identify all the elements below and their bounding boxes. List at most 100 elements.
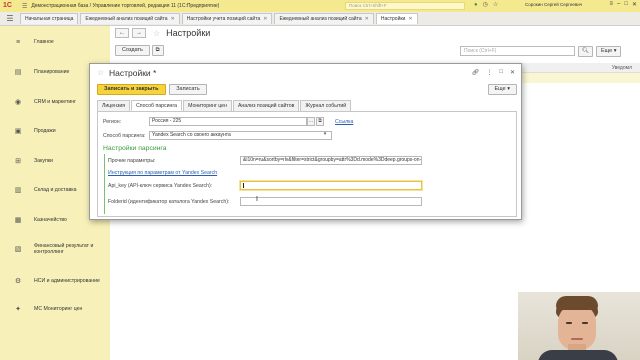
close-tab-icon[interactable]: ✕ bbox=[365, 16, 369, 22]
menu-icon[interactable]: ☰ bbox=[22, 3, 27, 10]
tab-settings[interactable]: Настройки ✕ bbox=[375, 13, 418, 24]
region-open-button[interactable]: ⧉ bbox=[316, 117, 324, 126]
more-button[interactable]: Еще ▾ bbox=[487, 84, 517, 95]
sidebar-item-monitoring[interactable]: ✦ МС Мониторинг цен bbox=[0, 299, 110, 319]
close-tab-icon[interactable]: ✕ bbox=[263, 16, 267, 22]
close-tab-icon[interactable]: ✕ bbox=[408, 16, 412, 22]
tab-label: Настройки bbox=[380, 16, 406, 22]
admin-icon: ⚙ bbox=[14, 278, 22, 285]
bell-icon[interactable]: ● bbox=[474, 2, 478, 8]
region-label: Регион: bbox=[103, 119, 122, 125]
webcam-overlay bbox=[518, 292, 640, 360]
region-select-button[interactable]: … bbox=[307, 117, 315, 126]
forward-button[interactable]: → bbox=[132, 28, 146, 38]
close-tab-icon[interactable]: ✕ bbox=[171, 16, 175, 22]
page-title: Настройки bbox=[166, 28, 211, 38]
save-button[interactable]: Записать bbox=[169, 84, 207, 95]
back-button[interactable]: ← bbox=[115, 28, 129, 38]
more-menu-icon[interactable]: ≡ bbox=[609, 1, 613, 8]
planning-icon: ▤ bbox=[14, 69, 22, 76]
more-menu-icon[interactable]: ⋮ bbox=[486, 69, 492, 76]
minimize-icon[interactable]: – bbox=[617, 1, 620, 8]
chevron-down-icon[interactable]: ▾ bbox=[321, 131, 329, 140]
tab-daily-analysis[interactable]: Ежедневный анализ позиций сайта ✕ bbox=[80, 13, 180, 24]
dialog-titlebar: ☆ Настройки * 🔗︎ ⋮ □ ✕ bbox=[90, 64, 521, 82]
tab-license[interactable]: Лицензия bbox=[97, 100, 131, 111]
dialog-toolbar: Записать и закрыть Записать Еще ▾ bbox=[97, 84, 517, 96]
region-link[interactable]: Ссылка bbox=[335, 119, 353, 125]
global-search-input[interactable]: Поиск Ctrl+Shift+F bbox=[345, 2, 465, 10]
tab-site-positions[interactable]: Анализ позиций сайтов bbox=[232, 100, 300, 111]
person-eye bbox=[566, 322, 572, 324]
sidebar-item-main[interactable]: ≡ Главное bbox=[0, 32, 110, 52]
treasury-icon: ▦ bbox=[14, 217, 22, 224]
maximize-icon[interactable]: □ bbox=[499, 69, 503, 76]
close-icon[interactable]: ✕ bbox=[632, 1, 637, 8]
menu-icon: ≡ bbox=[15, 38, 21, 46]
sidebar-item-label: Финансовый результат и контроллинг bbox=[34, 242, 94, 256]
user-name[interactable]: Сорокин Сергей Сергеевич bbox=[525, 2, 582, 7]
search-button[interactable]: 🔍︎ bbox=[578, 46, 593, 57]
sidebar-item-label: НСИ и администрирование bbox=[34, 277, 100, 284]
dialog-tab-content: Регион: Россия - 225 … ⧉ Ссылка Способ п… bbox=[97, 111, 517, 217]
window-title: Демонстрационная база / Управление торго… bbox=[31, 3, 220, 9]
crm-icon: ◉ bbox=[14, 99, 22, 106]
sidebar-item-label: МС Мониторинг цен bbox=[34, 305, 83, 312]
person-mouth bbox=[571, 338, 583, 340]
app-titlebar: 1С ☰ Демонстрационная база / Управление … bbox=[0, 0, 640, 12]
folderid-input[interactable] bbox=[240, 197, 422, 206]
tab-parse-method[interactable]: Способ парсинга bbox=[131, 100, 183, 111]
tab-label: Начальная страница bbox=[25, 16, 74, 22]
tab-label: Ежедневный анализ позиций сайта bbox=[279, 16, 362, 22]
tab-price-monitoring[interactable]: Мониторинг цен bbox=[183, 100, 232, 111]
column-notification[interactable]: Уведомл bbox=[612, 65, 632, 71]
hamburger-icon[interactable]: ☰ bbox=[0, 14, 20, 23]
tab-home[interactable]: Начальная страница bbox=[20, 13, 79, 24]
sidebar-item-finance[interactable]: ▧ Финансовый результат и контроллинг bbox=[0, 239, 110, 259]
tab-label: Настройки учета позиций сайта bbox=[186, 16, 261, 22]
sidebar-item-label: Главное bbox=[34, 38, 54, 45]
tab-position-settings[interactable]: Настройки учета позиций сайта ✕ bbox=[181, 13, 273, 24]
tab-daily-analysis-2[interactable]: Ежедневный анализ позиций сайта ✕ bbox=[274, 13, 374, 24]
settings-dialog: ☆ Настройки * 🔗︎ ⋮ □ ✕ Записать и закрыт… bbox=[89, 63, 522, 220]
instruction-link[interactable]: Инструкция по параметрам от Yandex Searc… bbox=[108, 170, 217, 176]
warehouse-icon: ▥ bbox=[14, 187, 22, 194]
sales-icon: ▣ bbox=[14, 128, 22, 135]
copy-button[interactable]: ⧉ bbox=[151, 45, 164, 56]
parsing-settings-group-title: Настройки парсинга bbox=[103, 145, 167, 152]
list-search-input[interactable]: Поиск (Ctrl+F) bbox=[460, 46, 575, 56]
person-shirt bbox=[538, 350, 618, 360]
main-toolbar: Создать ⧉ Поиск (Ctrl+F) 🔍︎ Еще ▾ bbox=[115, 45, 630, 59]
more-label: Еще bbox=[600, 48, 613, 54]
other-params-field[interactable]: &l10n=ru&sortby=rlv&filter=strict&groupb… bbox=[240, 156, 422, 165]
app-logo: 1С bbox=[3, 2, 12, 9]
tab-event-log[interactable]: Журнал событий bbox=[300, 100, 352, 111]
other-params-label: Прочие параметры: bbox=[108, 158, 156, 164]
dialog-tabs: Лицензия Способ парсинга Мониторинг цен … bbox=[97, 100, 352, 111]
parse-method-select[interactable]: Yandex Search со своего аккаунта bbox=[149, 131, 332, 140]
create-button[interactable]: Создать bbox=[115, 45, 150, 56]
tab-label: Ежедневный анализ позиций сайта bbox=[85, 16, 168, 22]
mouse-cursor-icon: I bbox=[256, 196, 258, 203]
region-field[interactable]: Россия - 225 bbox=[149, 117, 307, 126]
star-icon[interactable]: ☆ bbox=[493, 1, 498, 8]
link-icon[interactable]: 🔗︎ bbox=[472, 69, 480, 76]
text-caret bbox=[243, 183, 244, 188]
api-key-input[interactable] bbox=[240, 181, 422, 190]
person-hair-top bbox=[556, 296, 598, 310]
favorite-star-icon[interactable]: ☆ bbox=[153, 29, 160, 38]
open-tabs-bar: ☰ Начальная страница Ежедневный анализ п… bbox=[0, 12, 640, 26]
person-eye bbox=[582, 322, 588, 324]
favorite-star-icon[interactable]: ☆ bbox=[97, 68, 104, 77]
history-icon[interactable]: ◷ bbox=[483, 1, 488, 8]
maximize-icon[interactable]: □ bbox=[624, 1, 628, 8]
monitoring-icon: ✦ bbox=[15, 306, 21, 313]
folderid-label: Folderid (идентификатор каталога Yandex … bbox=[108, 199, 230, 205]
more-label: Еще bbox=[494, 86, 506, 92]
sidebar-item-admin[interactable]: ⚙ НСИ и администрирование bbox=[0, 271, 110, 291]
save-and-close-button[interactable]: Записать и закрыть bbox=[97, 84, 166, 95]
api-key-label: Api_key (API-ключ сервиса Yandex Search)… bbox=[108, 183, 213, 189]
dialog-title: Настройки * bbox=[109, 68, 157, 78]
close-icon[interactable]: ✕ bbox=[510, 69, 515, 76]
more-button[interactable]: Еще ▾ bbox=[595, 46, 622, 57]
